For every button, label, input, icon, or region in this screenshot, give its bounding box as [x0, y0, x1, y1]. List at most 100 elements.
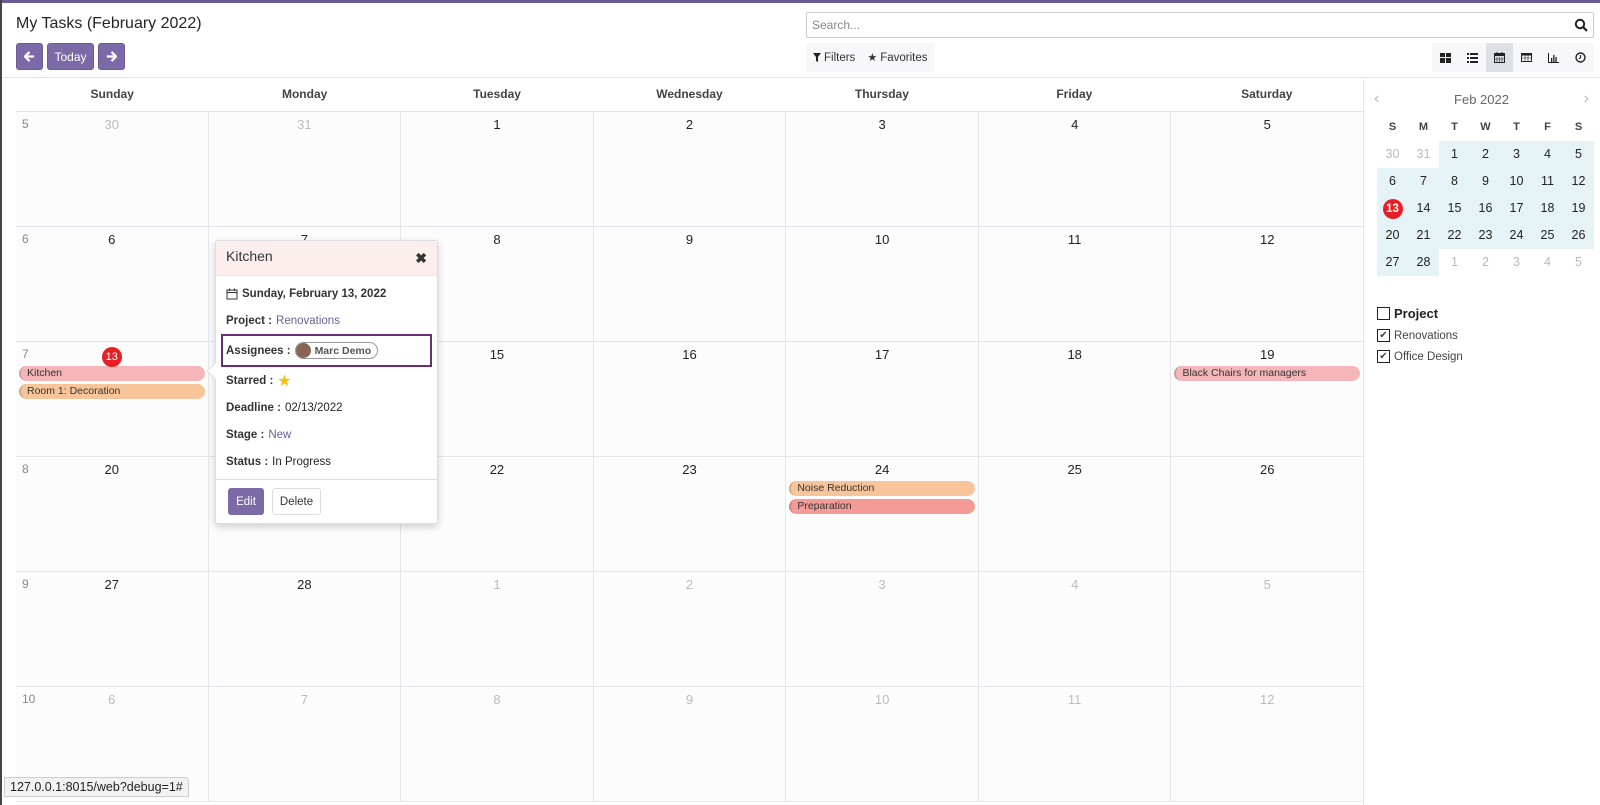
checkbox[interactable]: ✔: [1377, 350, 1390, 363]
mini-calendar-day[interactable]: 20: [1377, 222, 1408, 249]
mini-calendar-day[interactable]: 22: [1439, 222, 1470, 249]
day-cell[interactable]: 17: [786, 342, 979, 456]
mini-calendar-day[interactable]: 28: [1408, 249, 1439, 276]
list-view-button[interactable]: [1459, 43, 1486, 72]
mini-calendar-day[interactable]: 30: [1377, 141, 1408, 168]
day-cell[interactable]: 10: [786, 687, 979, 801]
day-cell[interactable]: 3: [786, 572, 979, 686]
day-cell[interactable]: 8: [401, 687, 594, 801]
day-cell[interactable]: 19 Black Chairs for managers: [1171, 342, 1364, 456]
close-icon[interactable]: ✖: [415, 250, 427, 267]
mini-calendar-day[interactable]: 17: [1501, 195, 1532, 222]
mini-calendar-day[interactable]: 4: [1532, 141, 1563, 168]
day-cell[interactable]: 31: [208, 112, 402, 226]
mini-calendar-day[interactable]: 23: [1470, 222, 1501, 249]
day-cell[interactable]: 3: [786, 112, 979, 226]
day-cell[interactable]: 18: [978, 342, 1172, 456]
day-cell[interactable]: 1: [401, 112, 594, 226]
kanban-view-button[interactable]: [1432, 43, 1459, 72]
mini-calendar-day[interactable]: 9: [1470, 168, 1501, 195]
day-cell[interactable]: 7: [208, 687, 402, 801]
activity-view-button[interactable]: [1567, 43, 1594, 72]
checkbox[interactable]: [1377, 306, 1390, 320]
day-cell[interactable]: 27: [16, 572, 209, 686]
next-button[interactable]: [98, 43, 125, 70]
assignee-chip[interactable]: Marc Demo: [294, 342, 379, 359]
mini-calendar-day[interactable]: 1: [1439, 141, 1470, 168]
checkbox[interactable]: ✔: [1377, 329, 1390, 342]
day-cell[interactable]: 23: [593, 457, 787, 571]
day-cell[interactable]: 5: [1171, 112, 1364, 226]
mini-calendar-day[interactable]: 27: [1377, 249, 1408, 276]
day-cell[interactable]: 25: [978, 457, 1172, 571]
mini-calendar-day[interactable]: 3: [1501, 141, 1532, 168]
calendar-event[interactable]: Noise Reduction: [789, 481, 975, 496]
calendar-event[interactable]: Kitchen: [19, 366, 205, 381]
day-cell[interactable]: 2: [593, 572, 787, 686]
mini-calendar-day[interactable]: 11: [1532, 168, 1563, 195]
pivot-view-button[interactable]: [1513, 43, 1540, 72]
day-cell[interactable]: 12: [1171, 227, 1364, 341]
day-cell[interactable]: 4: [978, 112, 1172, 226]
day-cell[interactable]: 1: [401, 572, 594, 686]
mini-calendar-day[interactable]: 8: [1439, 168, 1470, 195]
search-input[interactable]: [812, 18, 1574, 32]
star-icon[interactable]: ★: [277, 371, 291, 391]
mini-calendar-day[interactable]: 2: [1470, 141, 1501, 168]
day-cell[interactable]: 24 Noise Reduction Preparation: [786, 457, 979, 571]
mini-calendar-day[interactable]: 21: [1408, 222, 1439, 249]
favorites-toggle[interactable]: ★ Favorites: [867, 51, 927, 65]
previous-button[interactable]: [16, 43, 43, 70]
calendar-event[interactable]: Room 1: Decoration: [19, 384, 205, 399]
calendar-event[interactable]: Preparation: [789, 499, 975, 514]
day-cell[interactable]: 2: [593, 112, 787, 226]
mini-calendar-day[interactable]: 6: [1377, 168, 1408, 195]
mini-calendar-day[interactable]: 7: [1408, 168, 1439, 195]
mini-calendar-day[interactable]: 2: [1470, 249, 1501, 276]
delete-button[interactable]: Delete: [272, 488, 321, 515]
filters-toggle[interactable]: Filters: [813, 52, 855, 64]
mini-calendar-day[interactable]: 19: [1563, 195, 1594, 222]
project-filter-heading[interactable]: Project: [1377, 301, 1463, 325]
day-cell[interactable]: 26: [1171, 457, 1364, 571]
calendar-event[interactable]: Black Chairs for managers: [1174, 366, 1361, 381]
search-icon[interactable]: [1574, 18, 1588, 32]
today-button[interactable]: Today: [47, 43, 94, 70]
mini-calendar-day[interactable]: 26: [1563, 222, 1594, 249]
day-cell[interactable]: 9: [593, 687, 787, 801]
day-cell[interactable]: 12: [1171, 687, 1364, 801]
mini-calendar-day[interactable]: 25: [1532, 222, 1563, 249]
mini-calendar-day[interactable]: 24: [1501, 222, 1532, 249]
mini-calendar-day[interactable]: 15: [1439, 195, 1470, 222]
chevron-right-icon[interactable]: ›: [1584, 90, 1589, 108]
graph-view-button[interactable]: [1540, 43, 1567, 72]
mini-calendar-day[interactable]: 18: [1532, 195, 1563, 222]
day-cell[interactable]: 16: [593, 342, 787, 456]
mini-calendar-day[interactable]: 3: [1501, 249, 1532, 276]
chevron-left-icon[interactable]: ‹: [1374, 90, 1379, 108]
mini-calendar-day[interactable]: 12: [1563, 168, 1594, 195]
mini-calendar-day[interactable]: 5: [1563, 141, 1594, 168]
mini-calendar-day[interactable]: 10: [1501, 168, 1532, 195]
mini-calendar-day[interactable]: 5: [1563, 249, 1594, 276]
day-cell[interactable]: 28: [208, 572, 402, 686]
day-cell[interactable]: 20: [16, 457, 209, 571]
project-filter-item[interactable]: ✔ Office Design: [1377, 346, 1463, 367]
day-cell[interactable]: 4: [978, 572, 1172, 686]
day-cell[interactable]: 5: [1171, 572, 1364, 686]
mini-calendar-day[interactable]: 1: [1439, 249, 1470, 276]
day-cell[interactable]: 6: [16, 227, 209, 341]
day-cell[interactable]: 11: [978, 687, 1172, 801]
day-cell[interactable]: 11: [978, 227, 1172, 341]
project-filter-item[interactable]: ✔ Renovations: [1377, 325, 1463, 346]
day-cell[interactable]: 13 Kitchen Room 1: Decoration: [16, 342, 209, 456]
mini-calendar-day[interactable]: 14: [1408, 195, 1439, 222]
mini-calendar-day[interactable]: 16: [1470, 195, 1501, 222]
mini-calendar-day[interactable]: 13: [1377, 195, 1408, 222]
day-cell[interactable]: 30: [16, 112, 209, 226]
calendar-view-button[interactable]: [1486, 43, 1513, 72]
mini-calendar-day[interactable]: 31: [1408, 141, 1439, 168]
edit-button[interactable]: Edit: [228, 488, 264, 515]
day-cell[interactable]: 9: [593, 227, 787, 341]
day-cell[interactable]: 10: [786, 227, 979, 341]
